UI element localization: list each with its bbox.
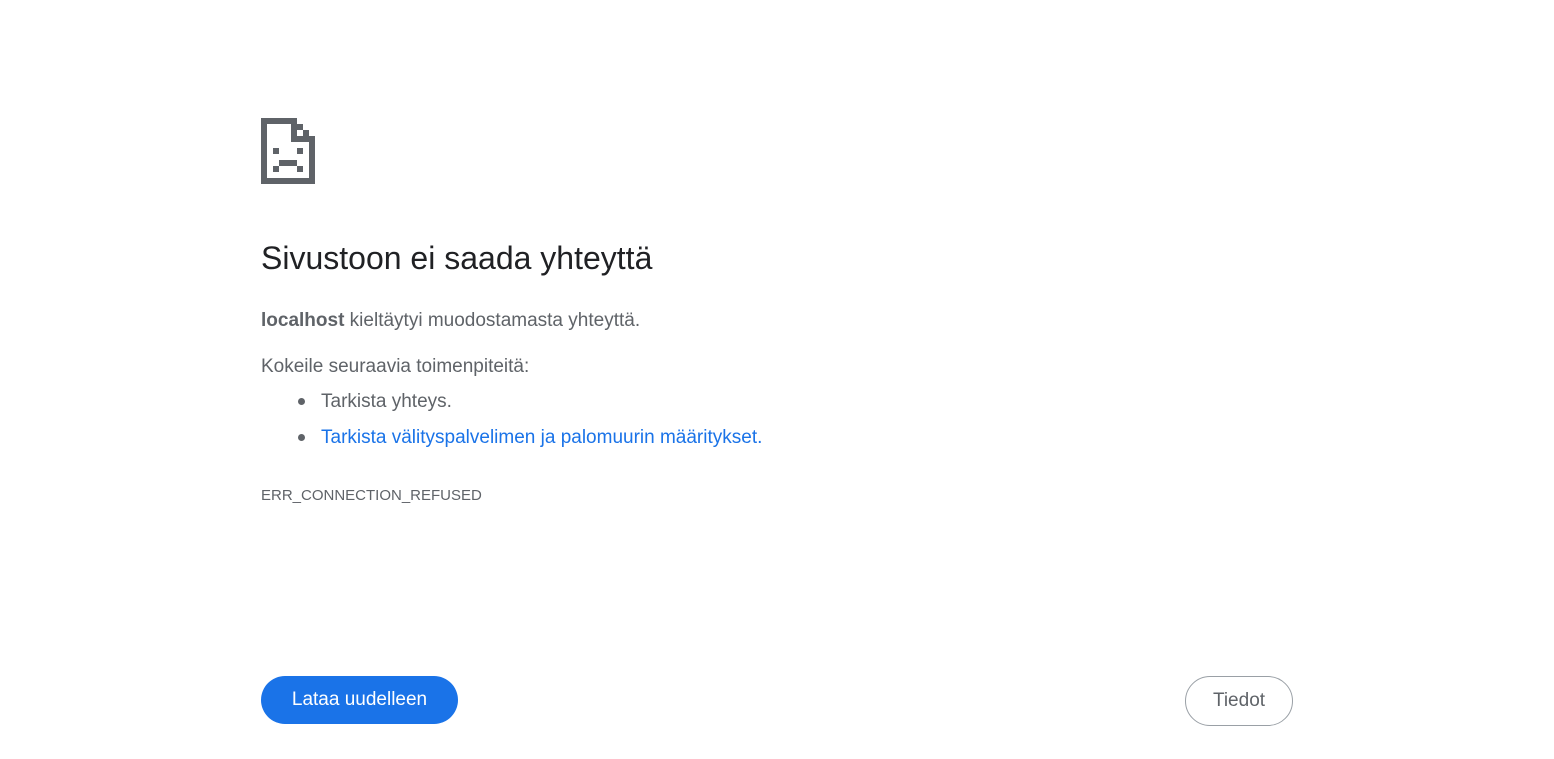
suggestion-check-proxy: Tarkista välityspalvelimen ja palomuurin… <box>261 424 762 460</box>
suggestion-period: . <box>757 427 763 448</box>
suggestion-text: Tarkista yhteys. <box>321 391 452 412</box>
suggestions-heading: Kokeile seuraavia toimenpiteitä: <box>261 356 530 377</box>
sad-page-icon <box>261 118 315 184</box>
page-title: Sivustoon ei saada yhteyttä <box>261 240 653 276</box>
error-page: Sivustoon ei saada yhteyttä localhost ki… <box>0 0 1554 759</box>
suggestion-check-connection: Tarkista yhteys. <box>261 388 762 424</box>
error-host: localhost <box>261 310 345 331</box>
suggestions-list: Tarkista yhteys. Tarkista välityspalveli… <box>261 388 762 460</box>
reload-button[interactable]: Lataa uudelleen <box>261 676 458 724</box>
bullet-icon <box>298 434 305 441</box>
error-summary-text: kieltäytyi muodostamasta yhteyttä. <box>344 310 641 331</box>
bullet-icon <box>298 398 305 405</box>
proxy-firewall-settings-link[interactable]: Tarkista välityspalvelimen ja palomuurin… <box>321 427 757 448</box>
error-summary: localhost kieltäytyi muodostamasta yhtey… <box>261 307 640 335</box>
details-button[interactable]: Tiedot <box>1185 676 1293 726</box>
error-code: ERR_CONNECTION_REFUSED <box>261 487 482 504</box>
